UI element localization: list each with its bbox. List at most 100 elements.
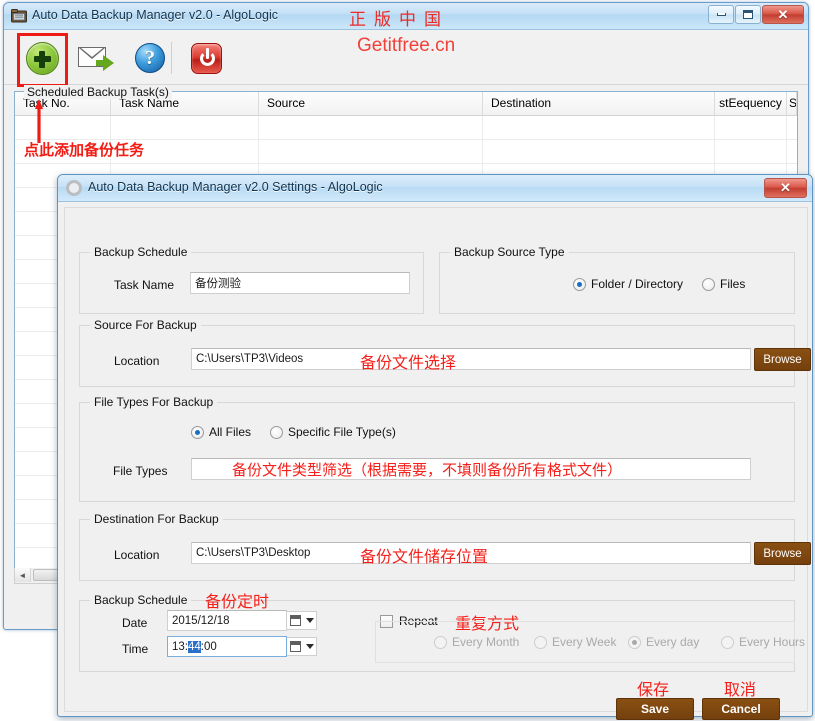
power-icon bbox=[190, 42, 222, 74]
group-label-file-types: File Types For Backup bbox=[90, 395, 218, 409]
time-label: Time bbox=[122, 642, 149, 656]
green-plus-icon bbox=[25, 41, 59, 75]
calendar-icon bbox=[289, 615, 301, 626]
exit-button[interactable] bbox=[186, 38, 226, 78]
dialog-close-button[interactable]: ✕ bbox=[764, 178, 807, 198]
radio-dot-icon bbox=[191, 425, 204, 439]
gear-icon bbox=[66, 180, 82, 196]
radio-specific-file-types[interactable]: Specific File Type(s) bbox=[270, 425, 396, 439]
source-location-input[interactable]: C:\Users\TP3\Videos bbox=[191, 348, 751, 370]
radio-dot-icon bbox=[270, 425, 283, 439]
group-backup-schedule-top: Backup Schedule Task Name 备份测验 bbox=[79, 245, 424, 314]
group-destination-for-backup: Destination For Backup Location C:\Users… bbox=[79, 512, 811, 581]
date-picker-dropdown[interactable] bbox=[287, 611, 317, 630]
file-types-label: File Types bbox=[113, 464, 168, 478]
add-task-button[interactable] bbox=[22, 38, 62, 78]
backup-app-icon bbox=[11, 9, 27, 23]
radio-dot-icon bbox=[434, 635, 447, 649]
group-label-source-for-backup: Source For Backup bbox=[90, 318, 201, 332]
group-source-for-backup: Source For Backup Location C:\Users\TP3\… bbox=[79, 318, 811, 387]
group-backup-schedule-bottom: Backup Schedule Date 2015/12/18 Time 13:… bbox=[79, 592, 805, 672]
scheduled-tasks-label: Scheduled Backup Task(s) bbox=[24, 85, 172, 99]
settings-dialog: Auto Data Backup Manager v2.0 Settings -… bbox=[57, 174, 813, 720]
close-icon: ✕ bbox=[777, 7, 789, 22]
radio-dot-icon bbox=[721, 635, 734, 649]
email-button[interactable] bbox=[76, 38, 116, 78]
radio-label: All Files bbox=[209, 425, 252, 439]
dialog-body: Backup Schedule Task Name 备份测验 Backup So… bbox=[64, 207, 811, 720]
maximize-button[interactable] bbox=[735, 5, 761, 24]
repeat-options-group: Every Month Every Week Every day Every H… bbox=[375, 621, 805, 663]
annotation-source-select: 备份文件选择 bbox=[360, 353, 457, 372]
radio-label: Specific File Type(s) bbox=[288, 425, 396, 439]
annotation-file-types: 备份文件类型筛选（根据需要，不填则备份所有格式文件） bbox=[232, 461, 623, 479]
radio-label: Folder / Directory bbox=[591, 277, 684, 291]
destination-browse-button[interactable]: Browse bbox=[754, 542, 811, 565]
column-header-destination[interactable]: Destination bbox=[483, 92, 715, 115]
group-label-backup-source-type: Backup Source Type bbox=[450, 245, 569, 259]
main-window-title: Auto Data Backup Manager v2.0 - AlgoLogi… bbox=[32, 8, 278, 22]
time-selected-segment: 44 bbox=[188, 640, 201, 653]
dialog-title: Auto Data Backup Manager v2.0 Settings -… bbox=[88, 180, 383, 194]
annotation-cancel: 取消 bbox=[724, 680, 757, 699]
close-icon: ✕ bbox=[780, 180, 791, 195]
radio-label: Every day bbox=[646, 635, 700, 649]
scroll-left-arrow-icon[interactable]: ◄ bbox=[15, 568, 31, 582]
radio-dot-icon bbox=[534, 635, 547, 649]
annotation-add-task: 点此添加备份任务 bbox=[24, 141, 145, 159]
group-backup-source-type: Backup Source Type Folder / Directory Fi… bbox=[439, 245, 795, 314]
date-label: Date bbox=[122, 616, 148, 630]
radio-label: Files bbox=[720, 277, 746, 291]
column-header-frequency[interactable]: stEequency bbox=[715, 92, 787, 115]
radio-every-month[interactable]: Every Month bbox=[434, 635, 519, 649]
calendar-icon bbox=[289, 641, 301, 652]
time-input[interactable]: 13: 44:00 bbox=[167, 636, 287, 657]
source-browse-button[interactable]: Browse bbox=[754, 348, 811, 371]
radio-every-hours[interactable]: Every Hours bbox=[721, 635, 805, 649]
dialog-titlebar: Auto Data Backup Manager v2.0 Settings -… bbox=[58, 175, 812, 202]
radio-dot-icon bbox=[702, 277, 715, 291]
cancel-button[interactable]: Cancel bbox=[702, 698, 780, 720]
group-file-types-for-backup: File Types For Backup All Files Specific… bbox=[79, 395, 795, 502]
time-post: :00 bbox=[200, 640, 217, 653]
date-input[interactable]: 2015/12/18 bbox=[167, 610, 287, 631]
minimize-button[interactable] bbox=[708, 5, 734, 24]
table-row[interactable] bbox=[15, 116, 797, 140]
radio-every-week[interactable]: Every Week bbox=[534, 635, 616, 649]
chevron-down-icon bbox=[305, 644, 314, 649]
seal-watermark: 正版中国 bbox=[349, 10, 449, 30]
group-label-destination: Destination For Backup bbox=[90, 512, 223, 526]
envelope-send-icon bbox=[78, 45, 114, 71]
radio-folder-directory[interactable]: Folder / Directory bbox=[573, 277, 683, 291]
group-label-backup-schedule-bottom: Backup Schedule bbox=[90, 593, 192, 607]
group-label-backup-schedule-top: Backup Schedule bbox=[90, 245, 192, 259]
toolbar-separator bbox=[171, 42, 172, 74]
radio-all-files[interactable]: All Files bbox=[191, 425, 251, 439]
task-name-input[interactable]: 备份测验 bbox=[190, 272, 410, 294]
help-button[interactable]: ? bbox=[130, 38, 170, 78]
radio-every-day[interactable]: Every day bbox=[628, 635, 699, 649]
screen: Auto Data Backup Manager v2.0 - AlgoLogi… bbox=[0, 0, 815, 721]
source-location-label: Location bbox=[114, 354, 160, 368]
main-window-controls: ✕ bbox=[707, 5, 804, 24]
annotation-schedule: 备份定时 bbox=[205, 592, 270, 611]
time-pre: 13: bbox=[172, 640, 188, 653]
radio-label: Every Month bbox=[452, 635, 520, 649]
annotation-destination: 备份文件储存位置 bbox=[360, 547, 489, 566]
chevron-down-icon bbox=[305, 618, 314, 623]
radio-files[interactable]: Files bbox=[702, 277, 745, 291]
column-header-status[interactable]: S bbox=[787, 92, 797, 115]
task-name-label: Task Name bbox=[114, 278, 175, 292]
column-header-source[interactable]: Source bbox=[259, 92, 483, 115]
close-button[interactable]: ✕ bbox=[762, 5, 804, 24]
radio-dot-icon bbox=[573, 277, 586, 291]
radio-label: Every Week bbox=[552, 635, 617, 649]
save-button[interactable]: Save bbox=[616, 698, 694, 720]
url-watermark: Getitfree.cn bbox=[357, 35, 456, 56]
annotation-save: 保存 bbox=[637, 680, 670, 699]
radio-dot-icon bbox=[628, 635, 641, 649]
time-picker-dropdown[interactable] bbox=[287, 637, 317, 656]
question-mark-icon: ? bbox=[135, 43, 165, 73]
destination-location-label: Location bbox=[114, 548, 160, 562]
add-task-arrow-icon bbox=[35, 99, 43, 143]
